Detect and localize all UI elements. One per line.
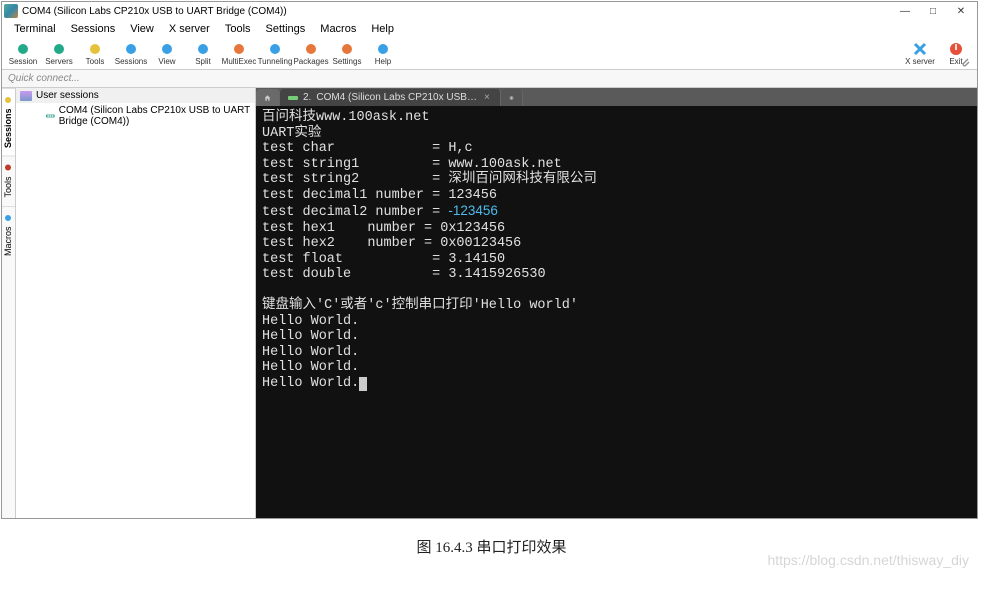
menu-bar: TerminalSessionsViewX serverToolsSetting… <box>2 20 977 38</box>
tool-x-server[interactable]: X server <box>903 39 937 69</box>
menu-item-x-server[interactable]: X server <box>163 23 216 35</box>
window-title: COM4 (Silicon Labs CP210x USB to UART Br… <box>22 6 891 17</box>
tree-session-item[interactable]: COM4 (Silicon Labs CP210x USB to UART Br… <box>16 103 255 129</box>
view-icon <box>160 42 174 56</box>
tree-root-label: User sessions <box>36 90 99 101</box>
x-icon <box>913 42 927 56</box>
watermark: https://blog.csdn.net/thisway_diy <box>767 552 969 568</box>
serial-port-icon <box>46 111 55 121</box>
tool-label: Packages <box>293 57 328 66</box>
terminal-cursor <box>359 377 367 391</box>
tunneling-icon <box>268 42 282 56</box>
terminal-home-tab[interactable] <box>256 89 280 106</box>
tool-settings[interactable]: Settings <box>330 39 364 69</box>
tool-label: View <box>158 57 175 66</box>
app-icon <box>4 4 18 18</box>
minimize-button[interactable]: — <box>891 3 919 19</box>
packages-icon <box>304 42 318 56</box>
terminal-tab-bar: 2. COM4 (Silicon Labs CP210x USB… × <box>256 88 977 106</box>
tree-root[interactable]: User sessions <box>16 88 255 103</box>
tool-label: Settings <box>333 57 362 66</box>
terminal-tab-index: 2. <box>303 92 311 103</box>
split-icon <box>196 42 210 56</box>
tool-tools[interactable]: Tools <box>78 39 112 69</box>
app-window: COM4 (Silicon Labs CP210x USB to UART Br… <box>1 1 978 519</box>
tool-label: MultiExec <box>222 57 257 66</box>
menu-item-settings[interactable]: Settings <box>260 23 312 35</box>
terminal-tab-close[interactable]: × <box>482 92 492 103</box>
tool-label: Tunneling <box>258 57 293 66</box>
terminal-output[interactable]: 百问科技www.100ask.net UART实验 test char = H,… <box>256 106 977 518</box>
side-tab-macros[interactable]: Macros <box>2 206 15 264</box>
home-icon <box>264 93 271 103</box>
tools-icon <box>88 42 102 56</box>
tool-label: Session <box>9 57 37 66</box>
session-tree: User sessions COM4 (Silicon Labs CP210x … <box>16 88 256 518</box>
terminal-tab-label: COM4 (Silicon Labs CP210x USB… <box>316 92 477 103</box>
exit-icon <box>949 42 963 56</box>
side-tab-sessions[interactable]: Sessions <box>2 88 15 156</box>
menu-item-help[interactable]: Help <box>365 23 400 35</box>
help-icon <box>376 42 390 56</box>
side-tab-tools[interactable]: Tools <box>2 156 15 206</box>
terminal-new-tab[interactable] <box>501 89 523 106</box>
title-bar: COM4 (Silicon Labs CP210x USB to UART Br… <box>2 2 977 20</box>
multiexec-icon <box>232 42 246 56</box>
tool-sessions[interactable]: Sessions <box>114 39 148 69</box>
maximize-button[interactable]: □ <box>919 3 947 19</box>
sessions-icon <box>124 42 138 56</box>
folder-icon <box>20 91 32 101</box>
menu-item-view[interactable]: View <box>124 23 160 35</box>
terminal-area: 2. COM4 (Silicon Labs CP210x USB… × 百问科技… <box>256 88 977 518</box>
tool-label: Servers <box>45 57 73 66</box>
quick-connect-placeholder: Quick connect... <box>8 73 80 84</box>
menu-item-terminal[interactable]: Terminal <box>8 23 62 35</box>
paperclip-icon[interactable] <box>959 56 971 68</box>
tool-label: X server <box>905 57 935 66</box>
tool-packages[interactable]: Packages <box>294 39 328 69</box>
servers-icon <box>52 42 66 56</box>
tool-multiexec[interactable]: MultiExec <box>222 39 256 69</box>
tool-label: Split <box>195 57 211 66</box>
tree-item-label: COM4 (Silicon Labs CP210x USB to UART Br… <box>59 105 251 127</box>
toolbar: Session Servers Tools Sessions View Split Mult… <box>2 38 977 70</box>
settings-icon <box>340 42 354 56</box>
quick-connect-input[interactable]: Quick connect... <box>2 70 977 88</box>
body-area: Sessions Tools Macros User sessions COM4… <box>2 88 977 518</box>
plus-icon <box>509 93 514 103</box>
tool-session[interactable]: Session <box>6 39 40 69</box>
serial-port-icon <box>288 93 298 103</box>
menu-item-macros[interactable]: Macros <box>314 23 362 35</box>
tool-view[interactable]: View <box>150 39 184 69</box>
tool-tunneling[interactable]: Tunneling <box>258 39 292 69</box>
tool-label: Tools <box>86 57 105 66</box>
side-tab-strip: Sessions Tools Macros <box>2 88 16 518</box>
tool-label: Sessions <box>115 57 147 66</box>
close-button[interactable]: ✕ <box>947 3 975 19</box>
tool-label: Help <box>375 57 391 66</box>
menu-item-tools[interactable]: Tools <box>219 23 257 35</box>
tool-help[interactable]: Help <box>366 39 400 69</box>
tool-servers[interactable]: Servers <box>42 39 76 69</box>
tool-split[interactable]: Split <box>186 39 220 69</box>
terminal-session-tab[interactable]: 2. COM4 (Silicon Labs CP210x USB… × <box>280 89 501 106</box>
menu-item-sessions[interactable]: Sessions <box>65 23 122 35</box>
session-icon <box>16 42 30 56</box>
